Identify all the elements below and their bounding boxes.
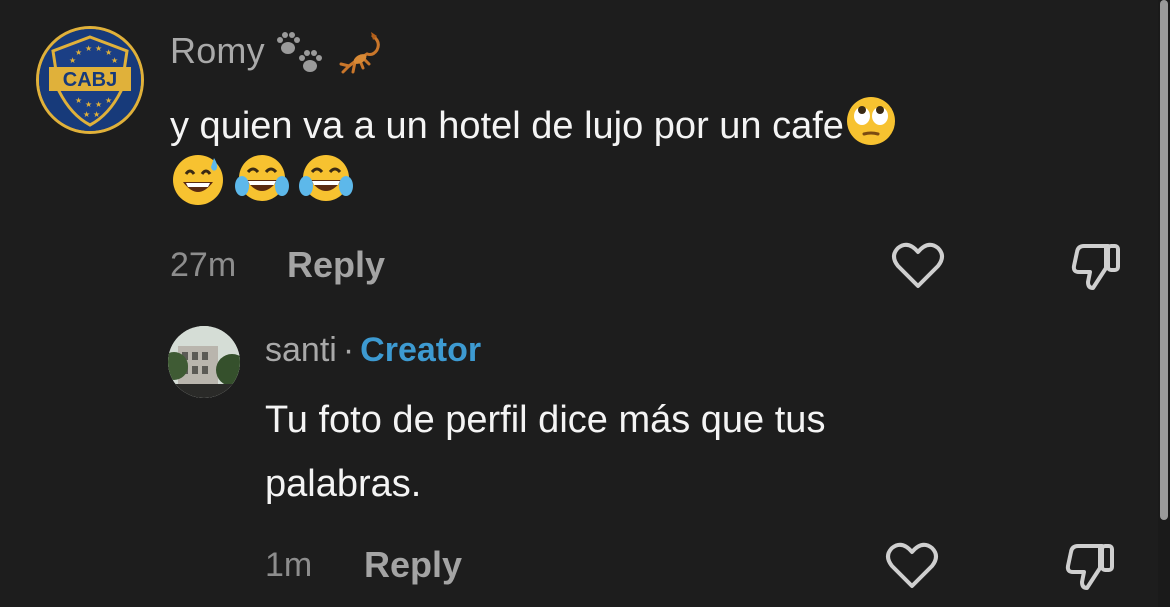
comment-timestamp: 27m: [170, 246, 237, 284]
scorpion-icon: [339, 32, 380, 74]
reply-button[interactable]: Reply: [364, 544, 462, 586]
svg-text:★: ★: [93, 110, 100, 119]
svg-text:★: ★: [85, 44, 92, 53]
heart-outline-icon[interactable]: [884, 540, 940, 592]
username[interactable]: santi: [265, 331, 337, 369]
username[interactable]: Romy: [170, 30, 265, 72]
reply-timestamp: 1m: [265, 546, 313, 584]
comment-text-content: y quien va a un hotel de lujo por un caf…: [170, 105, 844, 147]
svg-text:★: ★: [111, 56, 118, 65]
emoji-row: [170, 152, 354, 208]
grinning-face-with-sweat-icon: [173, 155, 223, 205]
svg-text:★: ★: [95, 44, 102, 53]
reply-text-line: palabras.: [265, 463, 422, 505]
scrollbar[interactable]: [1158, 0, 1170, 607]
svg-text:★: ★: [75, 96, 82, 105]
reply-header: santi · Creator: [265, 331, 481, 370]
comment-text: y quien va a un hotel de lujo por un caf…: [170, 94, 1050, 154]
scrollbar-thumb[interactable]: [1160, 0, 1168, 520]
avatar[interactable]: CABJ ★ ★ ★ ★ ★ ★ ★ ★ ★ ★ ★ ★: [36, 26, 144, 134]
building-photo-icon: [168, 326, 240, 398]
creator-badge: Creator: [360, 331, 482, 369]
thumbs-down-outline-icon[interactable]: [1064, 538, 1118, 592]
separator: ·: [342, 331, 355, 369]
svg-text:★: ★: [83, 110, 90, 119]
face-with-rolling-eyes-icon: [846, 97, 895, 145]
face-with-tears-of-joy-icon: [235, 155, 289, 201]
avatar[interactable]: [168, 326, 240, 398]
heart-outline-icon[interactable]: [890, 240, 946, 292]
avatar-crest-text: CABJ: [63, 69, 117, 91]
paw-prints-icon: [277, 32, 322, 72]
svg-text:★: ★: [95, 100, 102, 109]
svg-text:★: ★: [85, 100, 92, 109]
svg-text:★: ★: [105, 96, 112, 105]
reply-text: Tu foto de perfil dice más que tus palab…: [265, 388, 1065, 516]
svg-text:★: ★: [69, 56, 76, 65]
club-crest-icon: CABJ ★ ★ ★ ★ ★ ★ ★ ★ ★ ★ ★ ★: [39, 29, 141, 131]
thumbs-down-outline-icon[interactable]: [1070, 238, 1124, 292]
reply-button[interactable]: Reply: [287, 244, 385, 286]
face-with-tears-of-joy-icon: [299, 155, 353, 201]
reply-text-line: Tu foto de perfil dice más que tus: [265, 399, 826, 441]
